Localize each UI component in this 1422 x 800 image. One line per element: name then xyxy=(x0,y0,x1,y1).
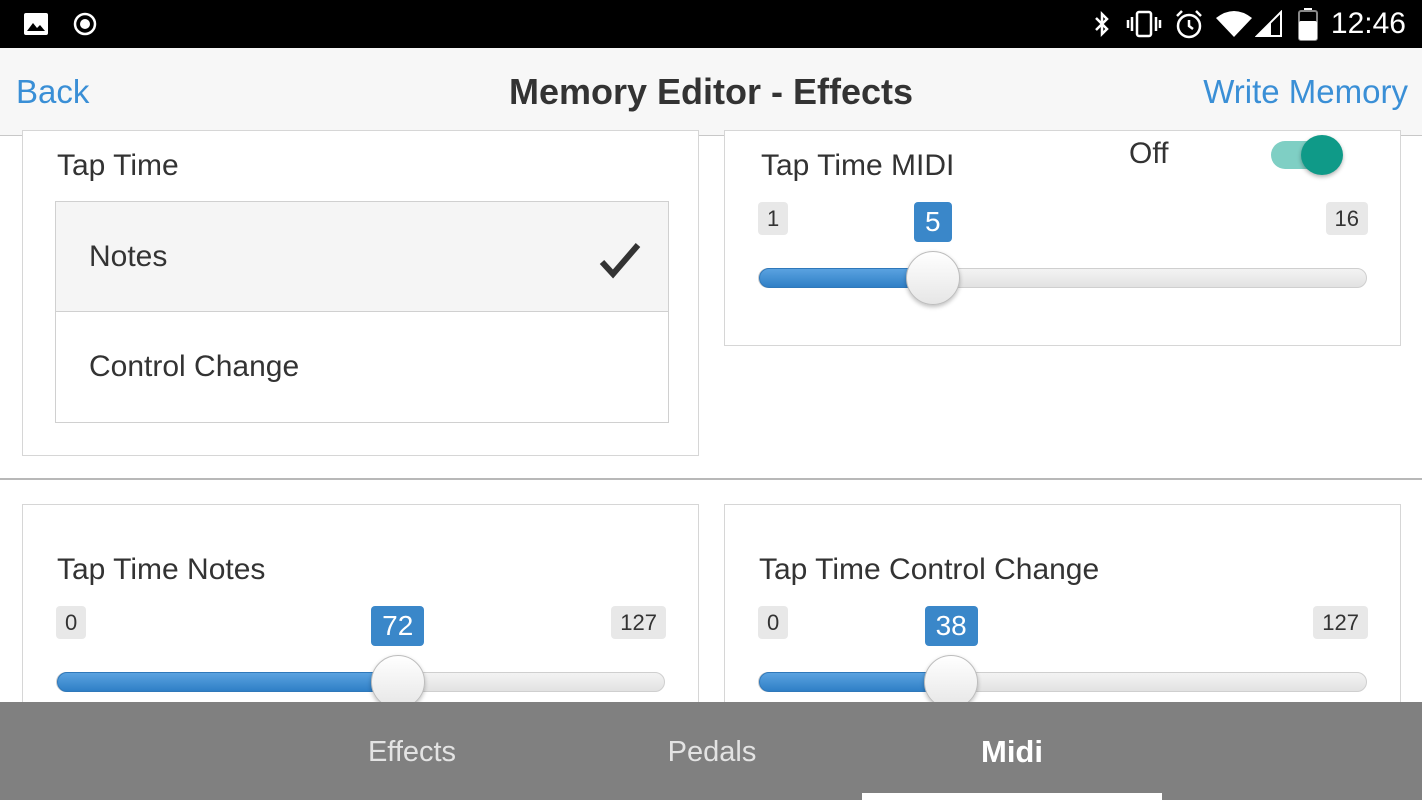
tap-time-options: Notes Control Change xyxy=(55,201,669,423)
slider-thumb[interactable] xyxy=(924,655,979,709)
tap-time-cc-slider[interactable]: 0 127 38 xyxy=(758,604,1368,714)
tab-effects[interactable]: Effects xyxy=(262,702,562,800)
back-button[interactable]: Back xyxy=(16,48,89,136)
section-divider xyxy=(0,478,1422,480)
bottom-tab-bar: Effects Pedals Midi xyxy=(0,702,1422,800)
slider-value-label: 5 xyxy=(914,202,952,242)
tab-pedals[interactable]: Pedals xyxy=(562,702,862,800)
tap-time-title: Tap Time xyxy=(57,149,179,182)
image-notification-icon xyxy=(22,0,50,48)
tap-time-cc-title: Tap Time Control Change xyxy=(759,553,1100,586)
option-label: Control Change xyxy=(89,350,300,383)
tap-time-card: Tap Time Notes Control Change xyxy=(22,130,699,456)
toggle-knob xyxy=(1301,135,1343,175)
option-notes[interactable]: Notes xyxy=(56,202,668,312)
cell-signal-icon xyxy=(1254,0,1284,48)
vibrate-icon xyxy=(1124,0,1164,48)
battery-icon xyxy=(1296,0,1320,48)
tab-midi[interactable]: Midi xyxy=(862,702,1162,800)
write-memory-button[interactable]: Write Memory xyxy=(1203,48,1408,136)
slider-thumb[interactable] xyxy=(906,251,960,305)
option-label: Notes xyxy=(89,240,168,273)
bluetooth-icon xyxy=(1090,0,1114,48)
tap-time-midi-title: Tap Time MIDI xyxy=(761,149,955,182)
app-screen: 12:46 Back Memory Editor - Effects Write… xyxy=(0,0,1422,800)
slider-min-label: 0 xyxy=(758,606,789,639)
option-control-change[interactable]: Control Change xyxy=(56,312,668,422)
slider-track xyxy=(56,672,665,692)
slider-track xyxy=(758,672,1367,692)
status-time: 12:46 xyxy=(1330,7,1406,40)
tap-time-notes-slider[interactable]: 0 127 72 xyxy=(56,604,666,714)
active-tab-indicator xyxy=(862,793,1162,800)
app-header: Back Memory Editor - Effects Write Memor… xyxy=(0,48,1422,136)
wifi-icon xyxy=(1214,0,1254,48)
slider-max-label: 127 xyxy=(611,606,666,639)
slider-value-label: 72 xyxy=(371,606,425,646)
checkmark-icon xyxy=(599,243,641,279)
status-bar: 12:46 xyxy=(0,0,1422,48)
slider-thumb[interactable] xyxy=(370,655,425,709)
midi-toggle-switch[interactable] xyxy=(1271,135,1343,175)
toggle-label: Off xyxy=(1129,137,1169,170)
alarm-icon xyxy=(1172,0,1206,48)
slider-min-label: 1 xyxy=(758,202,789,235)
tap-time-midi-slider[interactable]: 1 16 5 xyxy=(758,200,1368,310)
slider-max-label: 127 xyxy=(1313,606,1368,639)
record-notification-icon xyxy=(72,0,98,48)
slider-max-label: 16 xyxy=(1325,202,1368,235)
tap-time-notes-title: Tap Time Notes xyxy=(57,553,266,586)
slider-value-label: 38 xyxy=(924,606,978,646)
slider-fill xyxy=(57,672,399,692)
slider-track xyxy=(758,268,1367,288)
slider-min-label: 0 xyxy=(56,606,87,639)
